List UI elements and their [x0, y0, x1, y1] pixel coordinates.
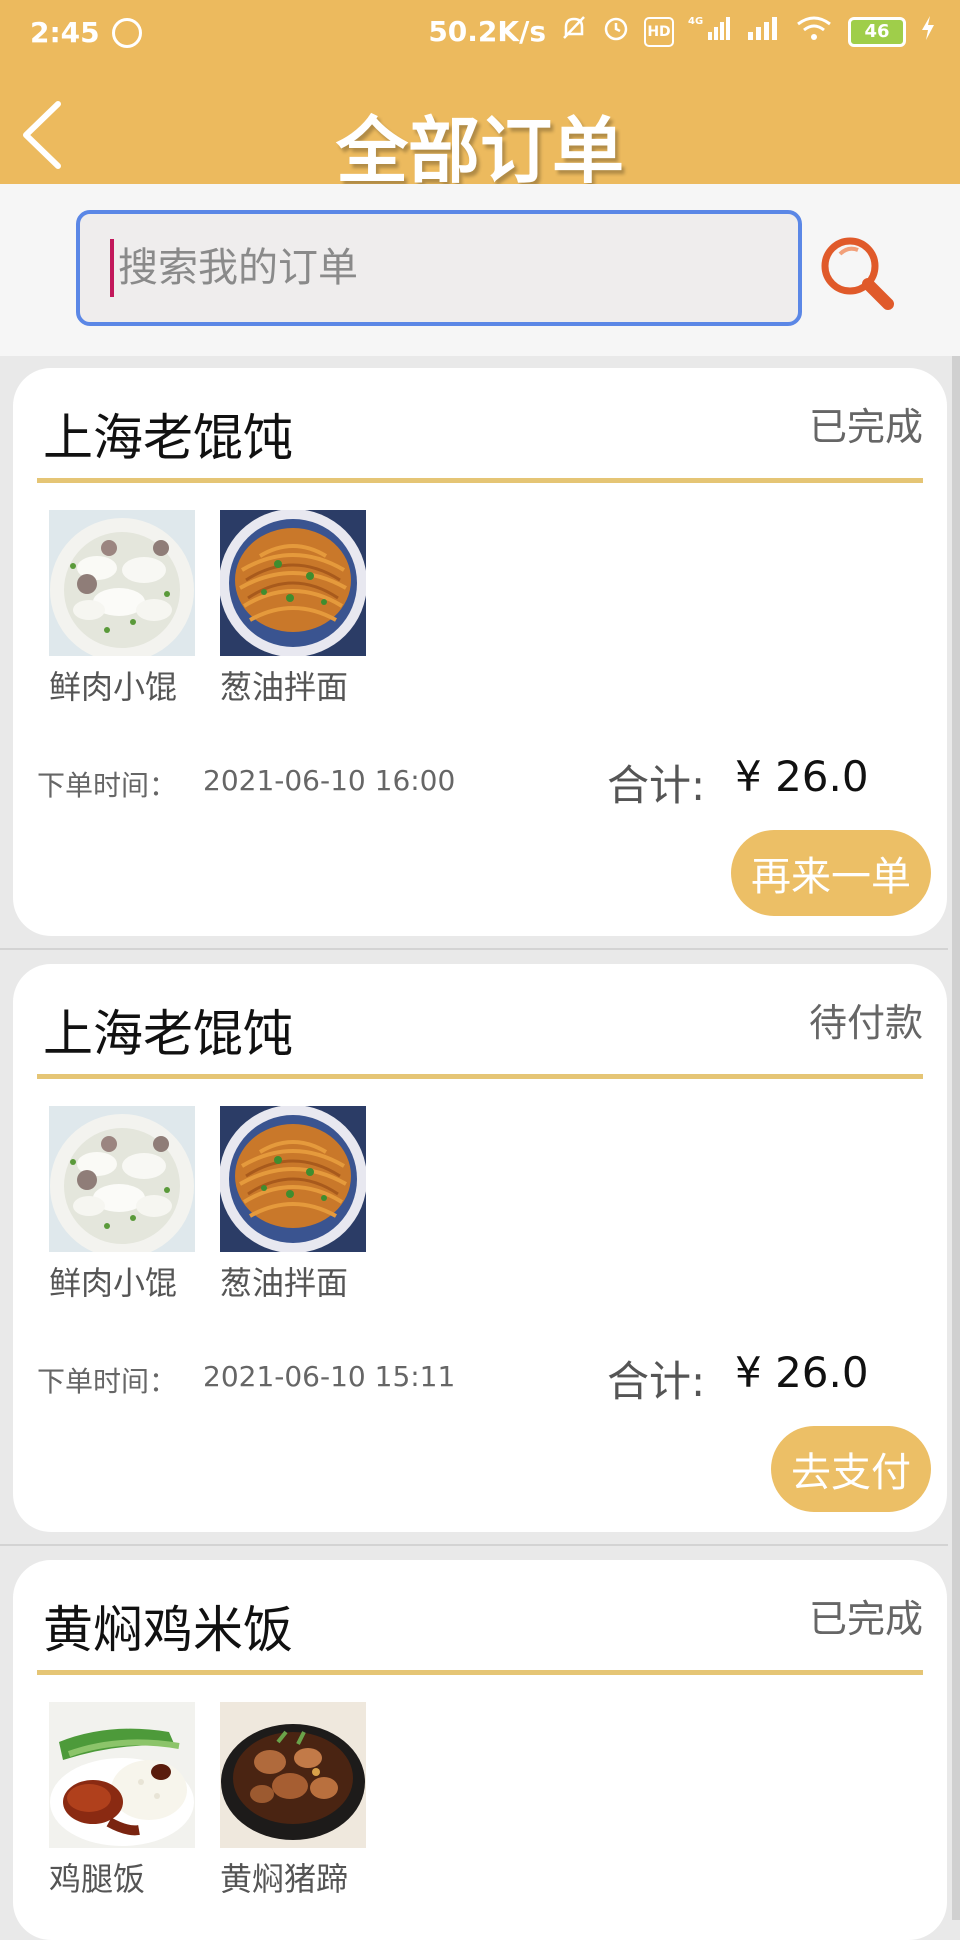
order-items: 鲜肉小馄 葱油拌面 — [49, 510, 366, 708]
total-price: ¥ 26.0 — [735, 752, 869, 801]
hd-icon: HD — [644, 16, 674, 47]
order-list: 上海老馄饨 已完成 鲜肉小馄 葱油拌面 下单时间： 2021-06-10 16:… — [0, 356, 960, 1940]
battery-icon: 46 — [848, 16, 906, 47]
status-bar: 2:45 50.2K/s HD 4G 46 — [0, 0, 960, 68]
search-icon[interactable] — [818, 234, 898, 314]
order-status: 已完成 — [808, 405, 923, 449]
order-items: 鲜肉小馄 葱油拌面 — [49, 1106, 366, 1304]
order-time: 2021-06-10 15:11 — [203, 1360, 456, 1393]
order-status: 已完成 — [808, 1597, 923, 1641]
item-name: 葱油拌面 — [220, 1264, 349, 1302]
order-items: 鸡腿饭 黄焖猪蹄 — [49, 1702, 366, 1900]
order-item[interactable]: 黄焖猪蹄 — [220, 1702, 366, 1900]
wonton-soup-image — [49, 1106, 195, 1252]
order-item[interactable]: 鲜肉小馄 — [49, 1106, 195, 1304]
total-label: 合计: — [607, 1357, 706, 1406]
total-label: 合计: — [607, 761, 706, 810]
signal-icon — [746, 14, 780, 49]
search-input[interactable] — [76, 210, 802, 326]
shop-name[interactable]: 上海老馄饨 — [43, 398, 293, 470]
scallion-oil-noodles-image — [220, 510, 366, 656]
divider — [37, 478, 923, 483]
item-name: 鲜肉小馄 — [49, 668, 178, 706]
pay-button[interactable]: 去支付 — [771, 1426, 931, 1512]
item-name: 鲜肉小馄 — [49, 1264, 178, 1302]
divider — [37, 1670, 923, 1675]
item-name: 葱油拌面 — [220, 668, 349, 706]
wifi-icon — [794, 14, 834, 49]
total-price: ¥ 26.0 — [735, 1348, 869, 1397]
order-item[interactable]: 鸡腿饭 — [49, 1702, 195, 1900]
order-item[interactable]: 葱油拌面 — [220, 1106, 366, 1304]
signal-4g-icon: 4G — [688, 14, 732, 49]
search-bar — [0, 184, 960, 356]
order-item[interactable]: 葱油拌面 — [220, 510, 366, 708]
item-name: 鸡腿饭 — [49, 1860, 146, 1898]
status-indicators: 50.2K/s HD 4G 46 — [428, 14, 936, 49]
order-time-label: 下单时间： — [37, 769, 178, 802]
reorder-button[interactable]: 再来一单 — [731, 830, 931, 916]
mute-bell-icon — [560, 14, 588, 49]
chicken-leg-rice-image — [49, 1702, 195, 1848]
order-time: 2021-06-10 16:00 — [203, 764, 456, 797]
shop-name[interactable]: 上海老馄饨 — [43, 994, 293, 1066]
network-speed: 50.2K/s — [428, 15, 546, 48]
order-card[interactable]: 黄焖鸡米饭 已完成 鸡腿饭 黄焖猪蹄 — [13, 1560, 947, 1940]
status-time: 2:45 — [30, 16, 100, 49]
sync-icon — [112, 18, 142, 48]
wonton-soup-image — [49, 510, 195, 656]
card-separator — [0, 948, 948, 950]
order-time-label: 下单时间： — [37, 1365, 178, 1398]
shop-name[interactable]: 黄焖鸡米饭 — [43, 1590, 293, 1662]
scallion-oil-noodles-image — [220, 1106, 366, 1252]
text-cursor — [110, 239, 114, 297]
order-card[interactable]: 上海老馄饨 已完成 鲜肉小馄 葱油拌面 下单时间： 2021-06-10 16:… — [13, 368, 947, 936]
alarm-icon — [602, 14, 630, 49]
item-name: 黄焖猪蹄 — [220, 1860, 349, 1898]
divider — [37, 1074, 923, 1079]
braised-pork-trotters-image — [220, 1702, 366, 1848]
card-separator — [0, 1544, 948, 1546]
charging-icon — [920, 14, 936, 49]
scrollbar[interactable] — [952, 356, 960, 1920]
order-card[interactable]: 上海老馄饨 待付款 鲜肉小馄 葱油拌面 下单时间： 2021-06-10 15:… — [13, 964, 947, 1532]
svg-text:4G: 4G — [688, 16, 703, 27]
order-status: 待付款 — [808, 1001, 923, 1045]
app-header: 2:45 50.2K/s HD 4G 46 全部订单 — [0, 0, 960, 193]
page-title: 全部订单 — [335, 109, 624, 193]
order-item[interactable]: 鲜肉小馄 — [49, 510, 195, 708]
